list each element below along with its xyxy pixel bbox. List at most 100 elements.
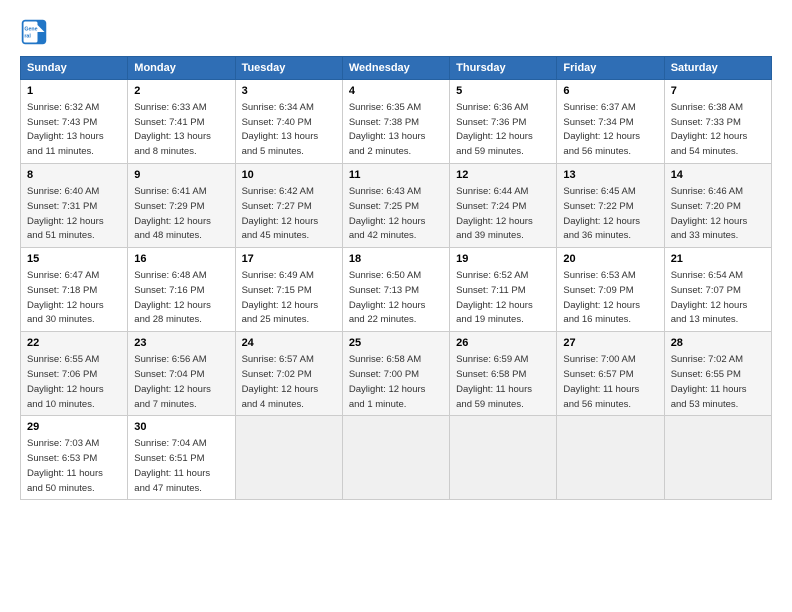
sunrise-text: Sunrise: 6:45 AMSunset: 7:22 PMDaylight:…: [563, 186, 640, 241]
sunrise-text: Sunrise: 6:55 AMSunset: 7:06 PMDaylight:…: [27, 354, 104, 409]
day-number: 20: [563, 252, 657, 267]
sunrise-text: Sunrise: 6:33 AMSunset: 7:41 PMDaylight:…: [134, 102, 211, 157]
cell-2-6: 13Sunrise: 6:45 AMSunset: 7:22 PMDayligh…: [557, 164, 664, 248]
sunrise-text: Sunrise: 6:40 AMSunset: 7:31 PMDaylight:…: [27, 186, 104, 241]
sunrise-text: Sunrise: 6:47 AMSunset: 7:18 PMDaylight:…: [27, 270, 104, 325]
day-number: 4: [349, 84, 443, 99]
cell-5-2: 30Sunrise: 7:04 AMSunset: 6:51 PMDayligh…: [128, 416, 235, 500]
sunrise-text: Sunrise: 7:04 AMSunset: 6:51 PMDaylight:…: [134, 438, 210, 493]
sunrise-text: Sunrise: 7:03 AMSunset: 6:53 PMDaylight:…: [27, 438, 103, 493]
day-number: 23: [134, 336, 228, 351]
day-number: 9: [134, 168, 228, 183]
page: Gene ral SundayMondayTuesdayWednesdayThu…: [0, 0, 792, 612]
cell-4-6: 27 Sunrise: 7:00 AMSunset: 6:57 PMDayligh…: [557, 332, 664, 416]
sunrise-text: Sunrise: 6:54 AMSunset: 7:07 PMDaylight:…: [671, 270, 748, 325]
cell-3-6: 20 Sunrise: 6:53 AMSunset: 7:09 PMDayligh…: [557, 248, 664, 332]
cell-5-5: [450, 416, 557, 500]
sunrise-text: Sunrise: 6:50 AMSunset: 7:13 PMDaylight:…: [349, 270, 426, 325]
cell-3-7: 21 Sunrise: 6:54 AMSunset: 7:07 PMDayligh…: [664, 248, 771, 332]
sunrise-text: Sunrise: 6:35 AMSunset: 7:38 PMDaylight:…: [349, 102, 426, 157]
calendar-table: SundayMondayTuesdayWednesdayThursdayFrid…: [20, 56, 772, 500]
day-number: 26: [456, 336, 550, 351]
col-header-tuesday: Tuesday: [235, 57, 342, 80]
col-header-wednesday: Wednesday: [342, 57, 449, 80]
day-number: 24: [242, 336, 336, 351]
sunrise-text: Sunrise: 6:41 AMSunset: 7:29 PMDaylight:…: [134, 186, 211, 241]
day-number: 27: [563, 336, 657, 351]
day-number: 3: [242, 84, 336, 99]
sunrise-text: Sunrise: 6:32 AMSunset: 7:43 PMDaylight:…: [27, 102, 104, 157]
cell-4-5: 26Sunrise: 6:59 AMSunset: 6:58 PMDayligh…: [450, 332, 557, 416]
col-header-thursday: Thursday: [450, 57, 557, 80]
cell-4-4: 25 Sunrise: 6:58 AMSunset: 7:00 PMDayligh…: [342, 332, 449, 416]
week-row-3: 15Sunrise: 6:47 AMSunset: 7:18 PMDayligh…: [21, 248, 772, 332]
cell-5-6: [557, 416, 664, 500]
sunrise-text: Sunrise: 6:53 AMSunset: 7:09 PMDaylight:…: [563, 270, 640, 325]
cell-2-7: 14Sunrise: 6:46 AMSunset: 7:20 PMDayligh…: [664, 164, 771, 248]
svg-text:Gene: Gene: [24, 26, 37, 32]
col-header-friday: Friday: [557, 57, 664, 80]
cell-2-2: 9 Sunrise: 6:41 AMSunset: 7:29 PMDaylight…: [128, 164, 235, 248]
sunrise-text: Sunrise: 6:57 AMSunset: 7:02 PMDaylight:…: [242, 354, 319, 409]
day-number: 19: [456, 252, 550, 267]
day-number: 11: [349, 168, 443, 183]
header: Gene ral: [20, 18, 772, 46]
day-number: 29: [27, 420, 121, 435]
sunrise-text: Sunrise: 6:58 AMSunset: 7:00 PMDaylight:…: [349, 354, 426, 409]
cell-4-1: 22Sunrise: 6:55 AMSunset: 7:06 PMDayligh…: [21, 332, 128, 416]
cell-1-2: 2 Sunrise: 6:33 AMSunset: 7:41 PMDaylight…: [128, 80, 235, 164]
day-number: 12: [456, 168, 550, 183]
week-row-2: 8 Sunrise: 6:40 AMSunset: 7:31 PMDaylight…: [21, 164, 772, 248]
sunrise-text: Sunrise: 6:43 AMSunset: 7:25 PMDaylight:…: [349, 186, 426, 241]
sunrise-text: Sunrise: 6:44 AMSunset: 7:24 PMDaylight:…: [456, 186, 533, 241]
cell-1-3: 3 Sunrise: 6:34 AMSunset: 7:40 PMDaylight…: [235, 80, 342, 164]
cell-2-1: 8 Sunrise: 6:40 AMSunset: 7:31 PMDaylight…: [21, 164, 128, 248]
cell-2-4: 11 Sunrise: 6:43 AMSunset: 7:25 PMDayligh…: [342, 164, 449, 248]
cell-1-6: 6 Sunrise: 6:37 AMSunset: 7:34 PMDaylight…: [557, 80, 664, 164]
cell-3-1: 15Sunrise: 6:47 AMSunset: 7:18 PMDayligh…: [21, 248, 128, 332]
cell-3-3: 17Sunrise: 6:49 AMSunset: 7:15 PMDayligh…: [235, 248, 342, 332]
day-number: 7: [671, 84, 765, 99]
cell-4-7: 28Sunrise: 7:02 AMSunset: 6:55 PMDayligh…: [664, 332, 771, 416]
col-header-sunday: Sunday: [21, 57, 128, 80]
cell-3-2: 16 Sunrise: 6:48 AMSunset: 7:16 PMDayligh…: [128, 248, 235, 332]
header-row: SundayMondayTuesdayWednesdayThursdayFrid…: [21, 57, 772, 80]
logo: Gene ral: [20, 18, 52, 46]
cell-4-2: 23 Sunrise: 6:56 AMSunset: 7:04 PMDayligh…: [128, 332, 235, 416]
cell-2-3: 10 Sunrise: 6:42 AMSunset: 7:27 PMDayligh…: [235, 164, 342, 248]
sunrise-text: Sunrise: 6:56 AMSunset: 7:04 PMDaylight:…: [134, 354, 211, 409]
day-number: 14: [671, 168, 765, 183]
cell-5-3: [235, 416, 342, 500]
day-number: 8: [27, 168, 121, 183]
sunrise-text: Sunrise: 6:37 AMSunset: 7:34 PMDaylight:…: [563, 102, 640, 157]
sunrise-text: Sunrise: 6:36 AMSunset: 7:36 PMDaylight:…: [456, 102, 533, 157]
cell-1-1: 1 Sunrise: 6:32 AMSunset: 7:43 PMDaylight…: [21, 80, 128, 164]
day-number: 18: [349, 252, 443, 267]
logo-icon: Gene ral: [20, 18, 48, 46]
cell-1-4: 4 Sunrise: 6:35 AMSunset: 7:38 PMDaylight…: [342, 80, 449, 164]
cell-3-5: 19 Sunrise: 6:52 AMSunset: 7:11 PMDayligh…: [450, 248, 557, 332]
day-number: 17: [242, 252, 336, 267]
sunrise-text: Sunrise: 7:00 AMSunset: 6:57 PMDaylight:…: [563, 354, 639, 409]
svg-text:ral: ral: [24, 33, 31, 39]
day-number: 6: [563, 84, 657, 99]
sunrise-text: Sunrise: 6:48 AMSunset: 7:16 PMDaylight:…: [134, 270, 211, 325]
sunrise-text: Sunrise: 6:52 AMSunset: 7:11 PMDaylight:…: [456, 270, 533, 325]
cell-5-7: [664, 416, 771, 500]
day-number: 16: [134, 252, 228, 267]
day-number: 25: [349, 336, 443, 351]
day-number: 21: [671, 252, 765, 267]
col-header-saturday: Saturday: [664, 57, 771, 80]
cell-1-5: 5Sunrise: 6:36 AMSunset: 7:36 PMDaylight…: [450, 80, 557, 164]
cell-5-4: [342, 416, 449, 500]
sunrise-text: Sunrise: 6:34 AMSunset: 7:40 PMDaylight:…: [242, 102, 319, 157]
day-number: 1: [27, 84, 121, 99]
cell-2-5: 12 Sunrise: 6:44 AMSunset: 7:24 PMDayligh…: [450, 164, 557, 248]
day-number: 10: [242, 168, 336, 183]
day-number: 28: [671, 336, 765, 351]
sunrise-text: Sunrise: 6:42 AMSunset: 7:27 PMDaylight:…: [242, 186, 319, 241]
cell-1-7: 7Sunrise: 6:38 AMSunset: 7:33 PMDaylight…: [664, 80, 771, 164]
cell-5-1: 29 Sunrise: 7:03 AMSunset: 6:53 PMDayligh…: [21, 416, 128, 500]
day-number: 2: [134, 84, 228, 99]
week-row-5: 29 Sunrise: 7:03 AMSunset: 6:53 PMDayligh…: [21, 416, 772, 500]
